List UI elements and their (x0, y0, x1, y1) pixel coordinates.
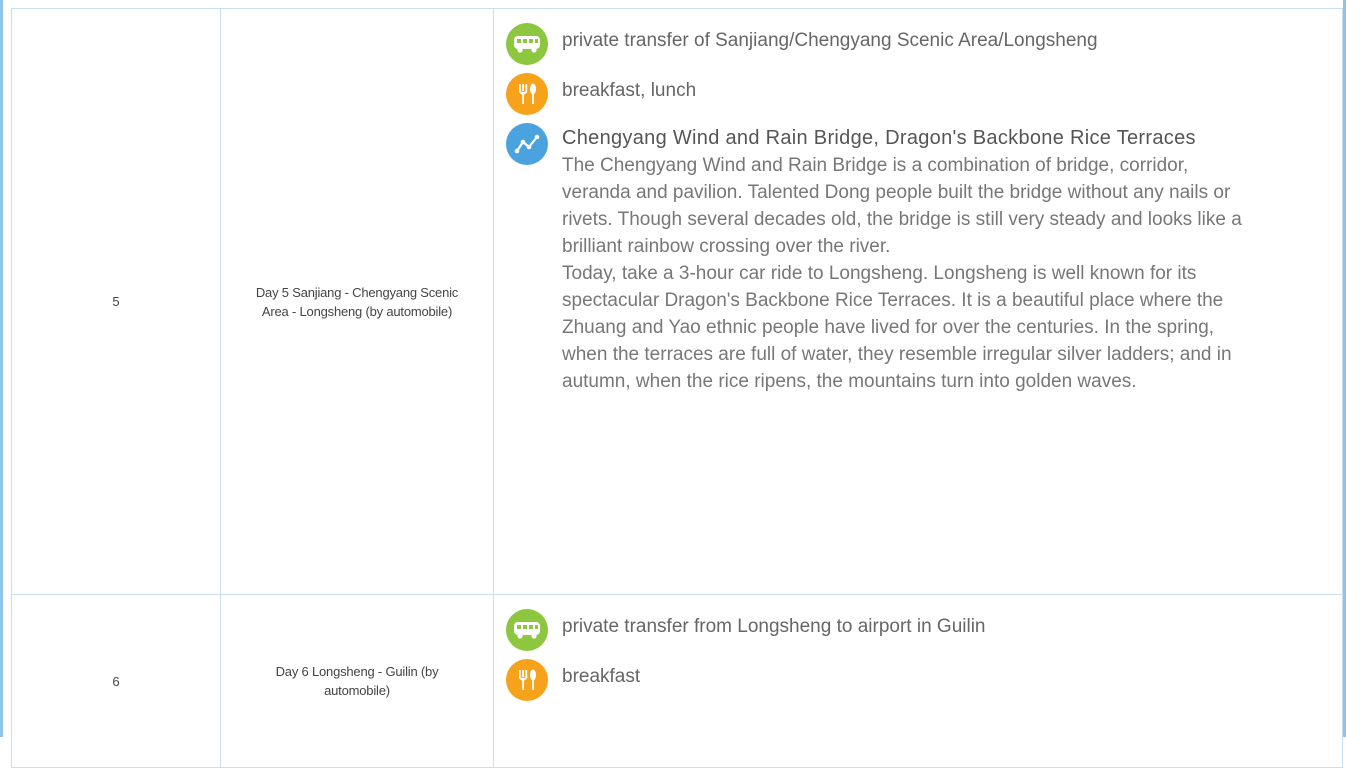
sight-description: The Chengyang Wind and Rain Bridge is a … (562, 155, 1242, 392)
transfer-text: private transfer of Sanjiang/Chengyang S… (562, 30, 1098, 51)
day-details: private transfer of Sanjiang/Chengyang S… (493, 8, 1343, 595)
bus-icon (506, 609, 548, 651)
table-row: 5 Day 5 Sanjiang - Chengyang Scenic Area… (11, 8, 1343, 595)
meals-item: breakfast, lunch (506, 71, 1330, 115)
meals-item: breakfast (506, 657, 1330, 701)
table-row: 6 Day 6 Longsheng - Guilin (by automobil… (11, 594, 1343, 768)
page-frame: 5 Day 5 Sanjiang - Chengyang Scenic Area… (0, 0, 1346, 768)
day-details: private transfer from Longsheng to airpo… (493, 594, 1343, 768)
sight-item: Chengyang Wind and Rain Bridge, Dragon's… (506, 121, 1330, 395)
itinerary-table: 5 Day 5 Sanjiang - Chengyang Scenic Area… (11, 8, 1343, 768)
transfer-item: private transfer from Longsheng to airpo… (506, 607, 1330, 651)
day-title: Day 5 Sanjiang - Chengyang Scenic Area -… (220, 8, 494, 595)
meals-text: breakfast (562, 666, 641, 687)
fork-knife-icon (506, 659, 548, 701)
sight-block: Chengyang Wind and Rain Bridge, Dragon's… (562, 121, 1242, 395)
day-number: 5 (11, 8, 221, 595)
day-number: 6 (11, 594, 221, 768)
fork-knife-icon (506, 73, 548, 115)
bus-icon (506, 23, 548, 65)
transfer-item: private transfer of Sanjiang/Chengyang S… (506, 21, 1330, 65)
day-title: Day 6 Longsheng - Guilin (by automobile) (220, 594, 494, 768)
transfer-text: private transfer from Longsheng to airpo… (562, 616, 986, 637)
route-icon (506, 123, 548, 165)
sight-title: Chengyang Wind and Rain Bridge, Dragon's… (562, 127, 1196, 149)
meals-text: breakfast, lunch (562, 80, 697, 101)
